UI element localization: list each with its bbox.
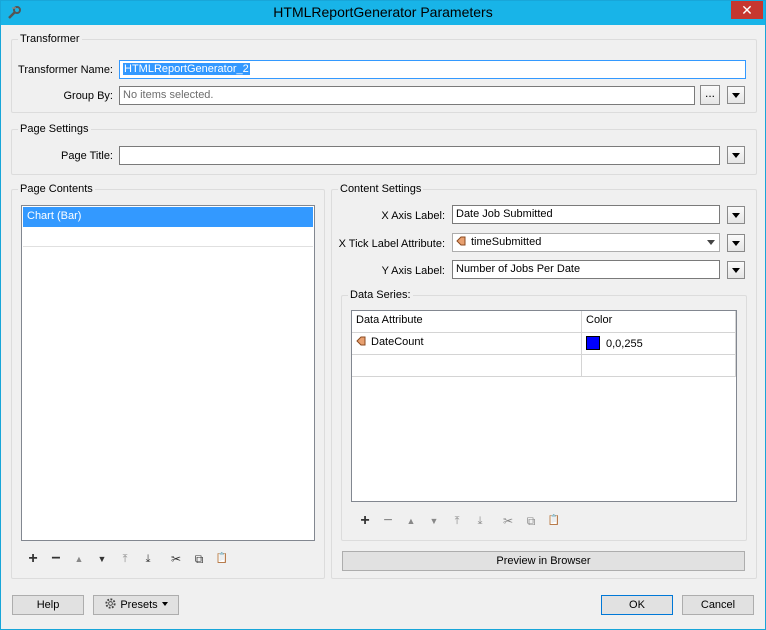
transformer-group-title: Transformer	[18, 33, 82, 45]
x-axis-label-label: X Axis Label:	[381, 210, 445, 222]
presets-label: Presets	[120, 599, 158, 611]
chevron-down-icon	[161, 602, 168, 606]
data-series-table[interactable]: Data Attribute Color DateCount 0,0,255	[351, 310, 737, 502]
page-contents-toolbar: + − ▲ ▼ ⤒ ⤓ ✂ ⧉ 📋	[25, 551, 245, 567]
data-series-toolbar: + − ▲ ▼ ⤒ ⤓ ✂ ⧉ 📋	[357, 513, 577, 529]
move-down-icon[interactable]: ▼	[94, 551, 110, 567]
color-value: 0,0,255	[606, 338, 643, 350]
ok-button[interactable]: OK	[601, 595, 673, 615]
color-swatch	[586, 336, 600, 350]
x-axis-label-field[interactable]: Date Job Submitted	[452, 205, 720, 224]
cut-icon[interactable]: ✂	[168, 551, 184, 567]
data-series-group-title: Data Series:	[348, 289, 413, 301]
x-axis-label-dropdown-button[interactable]	[727, 206, 745, 224]
copy-icon[interactable]: ⧉	[191, 551, 207, 567]
page-title-dropdown-button[interactable]	[727, 146, 745, 164]
remove-icon[interactable]: −	[48, 551, 64, 567]
add-icon[interactable]: +	[25, 551, 41, 567]
transformer-name-value: HTMLReportGenerator_2	[123, 63, 250, 75]
help-button[interactable]: Help	[12, 595, 84, 615]
add-icon[interactable]: +	[357, 513, 373, 529]
gear-icon	[105, 598, 116, 609]
move-up-icon[interactable]: ▲	[403, 513, 419, 529]
window-title: HTMLReportGenerator Parameters	[273, 4, 493, 20]
group-by-dropdown-button[interactable]	[727, 86, 745, 104]
paste-icon[interactable]: 📋	[546, 513, 562, 529]
cut-icon[interactable]: ✂	[500, 513, 516, 529]
move-up-icon[interactable]: ▲	[71, 551, 87, 567]
attribute-icon	[356, 336, 366, 346]
list-item-empty[interactable]	[23, 227, 313, 247]
table-cell-attribute[interactable]: DateCount	[352, 333, 582, 355]
cancel-button[interactable]: Cancel	[682, 595, 754, 615]
column-header-color[interactable]: Color	[582, 311, 736, 333]
page-contents-group-title: Page Contents	[18, 183, 95, 195]
x-tick-attribute-value: timeSubmitted	[471, 236, 542, 248]
presets-button[interactable]: Presets	[93, 595, 179, 615]
move-down-icon[interactable]: ▼	[426, 513, 442, 529]
page-settings-group-title: Page Settings	[18, 123, 91, 135]
page-title-field[interactable]	[119, 146, 720, 165]
y-axis-label-field[interactable]: Number of Jobs Per Date	[452, 260, 720, 279]
move-top-icon[interactable]: ⤒	[117, 551, 133, 567]
content-settings-group-title: Content Settings	[338, 183, 424, 195]
x-tick-dropdown-button[interactable]	[727, 234, 745, 252]
remove-icon[interactable]: −	[380, 513, 396, 529]
dialog-window: HTMLReportGenerator Parameters ✕ Transfo…	[0, 0, 766, 630]
copy-icon[interactable]: ⧉	[523, 513, 539, 529]
preview-in-browser-button[interactable]: Preview in Browser	[342, 551, 745, 571]
attribute-icon	[456, 236, 466, 246]
table-cell-empty[interactable]	[352, 355, 582, 377]
group-by-field[interactable]: No items selected.	[119, 86, 695, 105]
group-by-label: Group By:	[63, 90, 113, 102]
dialog-client: Transformer Transformer Name: HTMLReport…	[5, 29, 761, 625]
column-header-data-attribute[interactable]: Data Attribute	[352, 311, 582, 333]
data-attribute-value: DateCount	[371, 336, 424, 348]
x-tick-label-attribute-label: X Tick Label Attribute:	[338, 238, 445, 250]
move-bottom-icon[interactable]: ⤓	[472, 513, 488, 529]
close-button[interactable]: ✕	[731, 1, 763, 19]
title-bar[interactable]: HTMLReportGenerator Parameters ✕	[1, 1, 765, 25]
move-top-icon[interactable]: ⤒	[449, 513, 465, 529]
y-axis-label-dropdown-button[interactable]	[727, 261, 745, 279]
x-tick-attribute-combo[interactable]: timeSubmitted	[452, 233, 720, 252]
list-item[interactable]: Chart (Bar)	[23, 207, 313, 227]
paste-icon[interactable]: 📋	[214, 551, 230, 567]
transformer-name-field[interactable]: HTMLReportGenerator_2	[119, 60, 746, 79]
move-bottom-icon[interactable]: ⤓	[140, 551, 156, 567]
chevron-down-icon	[707, 240, 715, 245]
group-by-ellipsis-button[interactable]: ...	[700, 85, 720, 105]
table-cell-empty[interactable]	[582, 355, 736, 377]
page-title-label: Page Title:	[61, 150, 113, 162]
page-contents-list[interactable]: Chart (Bar)	[21, 205, 315, 541]
y-axis-label-label: Y Axis Label:	[381, 265, 445, 277]
group-by-placeholder: No items selected.	[123, 89, 214, 101]
table-cell-color[interactable]: 0,0,255	[582, 333, 736, 355]
transformer-name-label: Transformer Name:	[18, 64, 113, 76]
